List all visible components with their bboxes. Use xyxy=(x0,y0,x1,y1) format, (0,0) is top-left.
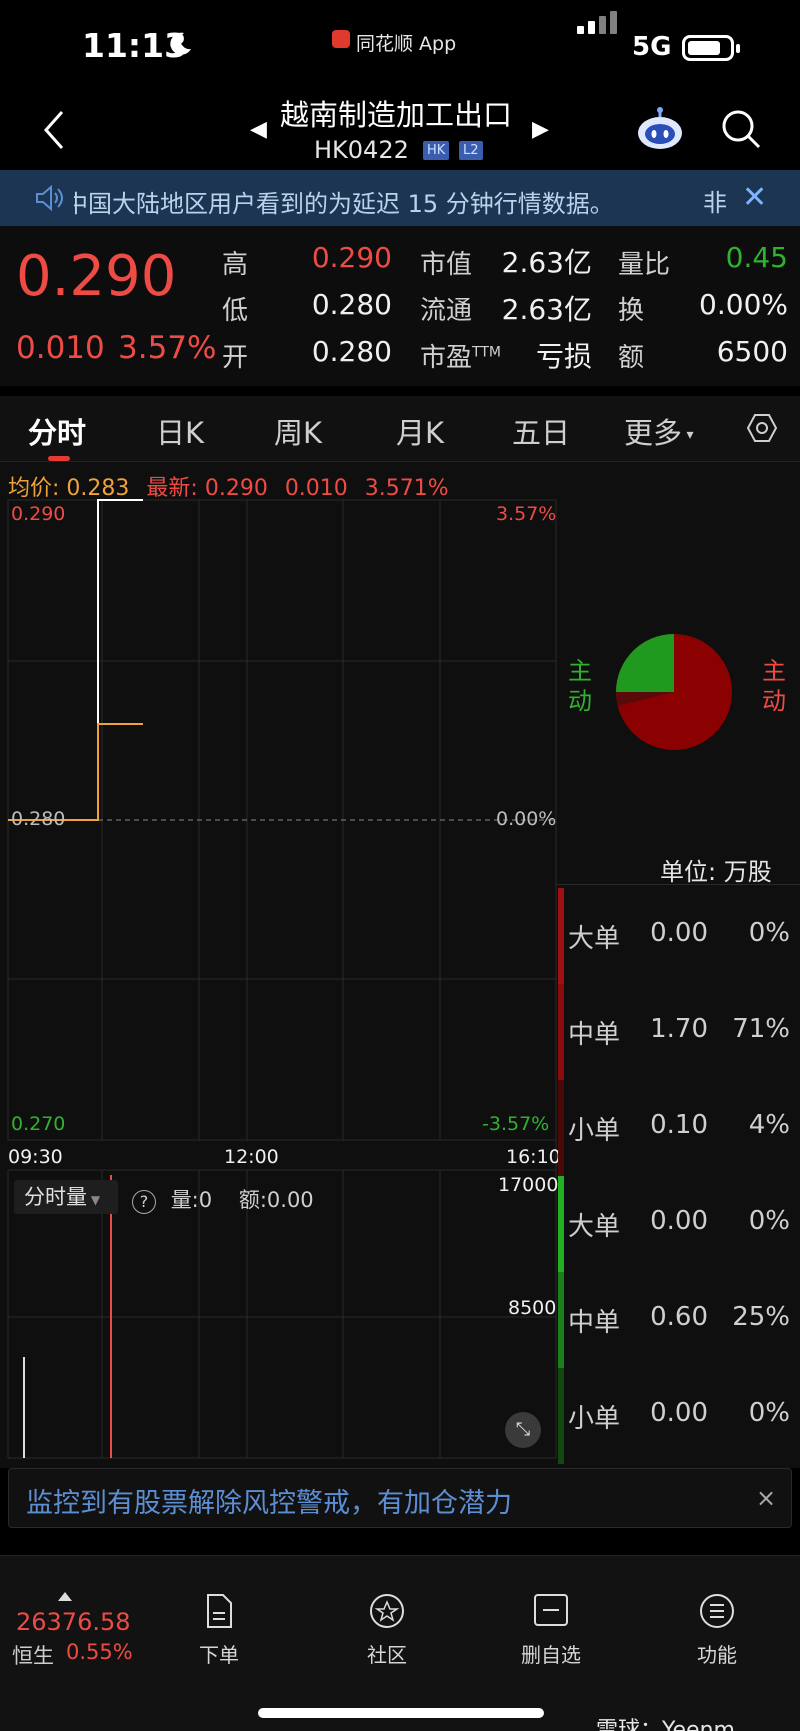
price-change: 0.010 xyxy=(16,330,105,366)
nav-remove-watchlist[interactable]: 删自选 xyxy=(506,1593,596,1668)
app-logo-icon xyxy=(332,30,350,48)
pct-bot-label: -3.57% xyxy=(482,1113,550,1135)
prev-stock-button[interactable]: ◀ xyxy=(250,117,267,142)
watermark: 雪球：Yeenm xyxy=(596,1718,735,1731)
high-label: 高 xyxy=(222,250,249,280)
pie-label-sell: 主动 xyxy=(762,657,786,715)
index-change-pct[interactable]: 0.55% xyxy=(66,1640,133,1664)
moon-icon xyxy=(170,32,191,55)
price-line xyxy=(8,499,143,821)
pie-label-buy: 主动 xyxy=(568,657,592,715)
collapse-arrow-icon[interactable] xyxy=(58,1592,72,1601)
amount-label: 额 xyxy=(618,343,645,373)
pct-mid-label: 0.00% xyxy=(496,808,557,830)
tab-monthly-k[interactable]: 月K xyxy=(396,410,444,452)
volume-selector[interactable]: 分时量 ▼ xyxy=(14,1180,118,1214)
y-top-label: 0.290 xyxy=(11,503,66,525)
alert-close-button[interactable]: × xyxy=(756,1484,776,1512)
tab-daily-k[interactable]: 日K xyxy=(156,410,204,452)
help-icon: ? xyxy=(132,1190,156,1214)
status-app-name: 同花顺 App xyxy=(356,33,457,55)
vol-mid-label: 8500 xyxy=(508,1297,557,1319)
order-row-buy-mid: 中单 1.70 71% xyxy=(558,984,794,1080)
speaker-icon xyxy=(36,184,63,212)
volume-info: ? 量:0 额:0.00 xyxy=(132,1184,314,1214)
page-title: 越南制造加工出口 xyxy=(280,98,513,132)
market-tag: HK xyxy=(423,141,450,160)
alert-text[interactable]: 监控到有股票解除风控警戒，有加仓潜力 xyxy=(26,1481,512,1520)
menu-icon xyxy=(700,1594,734,1628)
order-row-sell-small: 小单 0.00 0% xyxy=(558,1368,794,1464)
pct-top-label: 3.57% xyxy=(496,503,557,525)
remove-watchlist-icon xyxy=(534,1594,568,1626)
nav-order[interactable]: 下单 xyxy=(174,1593,264,1668)
order-row-sell-large: 大单 0.00 0% xyxy=(558,1176,794,1272)
float-label: 流通 xyxy=(420,296,473,326)
panel-divider xyxy=(556,884,800,885)
order-row-buy-small: 小单 0.10 4% xyxy=(558,1080,794,1176)
float-value: 2.63亿 xyxy=(501,293,592,326)
mcap-label: 市值 xyxy=(420,250,473,280)
turnover-label: 换 xyxy=(618,296,645,326)
volume-ratio-label: 量比 xyxy=(618,250,671,280)
notice-text-cont: 非 xyxy=(703,189,727,217)
price-change-pct: 3.57% xyxy=(118,330,217,366)
network-type: 5G xyxy=(632,32,672,62)
notice-close-button[interactable]: ✕ xyxy=(742,180,767,215)
x-end-label: 16:10 xyxy=(506,1146,561,1168)
community-icon xyxy=(370,1594,404,1628)
order-row-sell-mid: 中单 0.60 25% xyxy=(558,1272,794,1368)
open-value: 0.280 xyxy=(311,335,392,368)
stock-code: HK0422 xyxy=(314,136,409,164)
pie-slice-green xyxy=(616,634,674,692)
back-icon[interactable] xyxy=(40,108,70,152)
order-icon xyxy=(207,1594,232,1628)
tab-weekly-k[interactable]: 周K xyxy=(274,410,322,452)
battery-icon xyxy=(682,35,740,61)
tab-intraday[interactable]: 分时 xyxy=(28,410,86,452)
amount-value: 6500 xyxy=(716,335,788,368)
x-start-label: 09:30 xyxy=(8,1146,63,1168)
notice-text: 中国大陆地区用户看到的为延迟 15 分钟行情数据。 xyxy=(74,190,614,218)
mcap-value: 2.63亿 xyxy=(501,246,592,279)
tab-more[interactable]: 更多 ▾ xyxy=(624,410,694,452)
current-price: 0.290 xyxy=(16,244,177,309)
fullscreen-icon[interactable]: ⤡ xyxy=(505,1412,541,1448)
low-label: 低 xyxy=(222,296,249,326)
high-value: 0.290 xyxy=(311,241,392,274)
x-mid-label: 12:00 xyxy=(224,1146,279,1168)
search-icon[interactable] xyxy=(720,108,762,150)
y-bot-label: 0.270 xyxy=(11,1113,66,1135)
nav-functions[interactable]: 功能 xyxy=(672,1593,762,1668)
volume-ratio-value: 0.45 xyxy=(725,241,788,274)
open-label: 开 xyxy=(222,343,249,373)
level-tag: L2 xyxy=(459,141,483,160)
next-stock-button[interactable]: ▶ xyxy=(532,117,549,142)
index-name[interactable]: 恒生 xyxy=(12,1640,54,1670)
unit-label: 单位: 万股 xyxy=(660,858,772,886)
flow-pie-chart xyxy=(616,634,732,750)
nav-community[interactable]: 社区 xyxy=(342,1593,432,1668)
y-mid-label: 0.280 xyxy=(11,808,66,830)
tab-five-day[interactable]: 五日 xyxy=(512,410,570,452)
turnover-value: 0.00% xyxy=(699,288,788,321)
assistant-robot-icon[interactable] xyxy=(636,106,684,150)
pe-label: 市盈TTM xyxy=(420,343,501,373)
average-price-line xyxy=(8,723,143,821)
index-value[interactable]: 26376.58 xyxy=(16,1608,131,1636)
chart-settings-icon[interactable] xyxy=(746,412,778,444)
pe-value: 亏损 xyxy=(535,340,592,373)
low-value: 0.280 xyxy=(311,288,392,321)
active-tab-indicator xyxy=(48,456,70,461)
order-row-buy-large: 大单 0.00 0% xyxy=(558,888,794,984)
vol-top-label: 17000 xyxy=(498,1174,559,1196)
home-indicator[interactable] xyxy=(258,1708,544,1718)
